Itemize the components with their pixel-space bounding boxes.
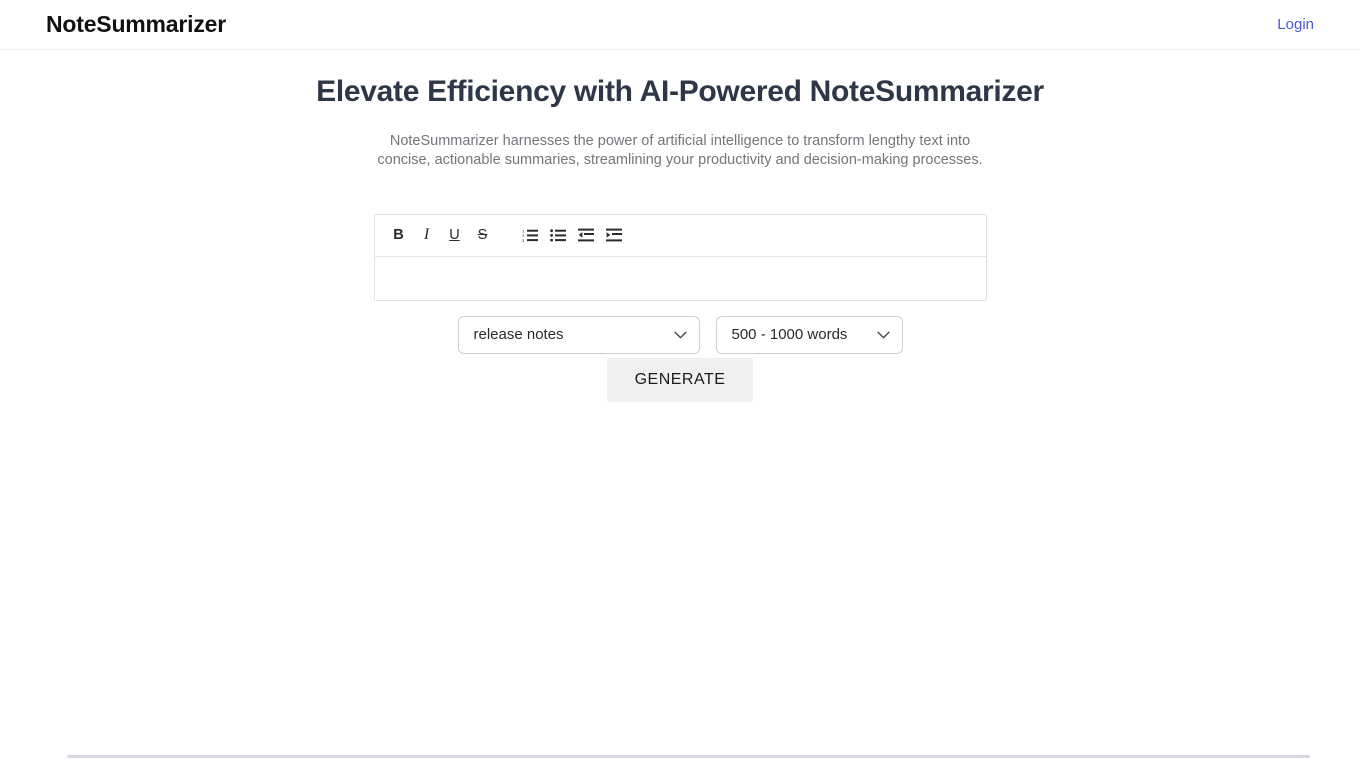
svg-text:3: 3 <box>522 238 525 242</box>
length-select[interactable]: 500 - 1000 words <box>715 315 903 354</box>
hero-section: Elevate Efficiency with AI-Powered NoteS… <box>0 50 1360 171</box>
note-input-textarea[interactable] <box>374 256 986 300</box>
site-header: NoteSummarizer Login <box>0 0 1360 50</box>
bold-glyph: B <box>393 226 404 243</box>
unordered-list-icon[interactable] <box>544 221 572 249</box>
underline-icon[interactable]: U <box>441 221 469 249</box>
login-link[interactable]: Login <box>1277 16 1314 33</box>
page-description: NoteSummarizer harnesses the power of ar… <box>377 132 983 169</box>
editor-wrapper: B I U S 1 2 3 release notes 500 - 1000 w… <box>373 213 987 402</box>
controls-row: release notes 500 - 1000 words <box>374 315 987 354</box>
outdent-icon[interactable] <box>572 221 600 249</box>
indent-icon[interactable] <box>600 221 628 249</box>
strikethrough-glyph: S <box>477 226 488 243</box>
page-title: Elevate Efficiency with AI-Powered NoteS… <box>316 75 1044 108</box>
document-type-select-wrapper: release notes <box>457 315 700 354</box>
ordered-list-icon[interactable]: 1 2 3 <box>516 221 544 249</box>
bold-icon[interactable]: B <box>385 221 413 249</box>
rich-text-editor: B I U S 1 2 3 <box>373 213 987 301</box>
generate-row: GENERATE <box>374 357 987 402</box>
editor-toolbar: B I U S 1 2 3 <box>374 215 986 257</box>
footer-divider <box>67 755 1310 758</box>
underline-glyph: U <box>449 226 460 243</box>
italic-glyph: I <box>423 226 430 244</box>
generate-button[interactable]: GENERATE <box>606 357 754 402</box>
length-select-wrapper: 500 - 1000 words <box>715 315 903 354</box>
strikethrough-icon[interactable]: S <box>469 221 497 249</box>
italic-icon[interactable]: I <box>413 221 441 249</box>
document-type-select[interactable]: release notes <box>457 315 700 354</box>
brand-title: NoteSummarizer <box>46 11 226 37</box>
